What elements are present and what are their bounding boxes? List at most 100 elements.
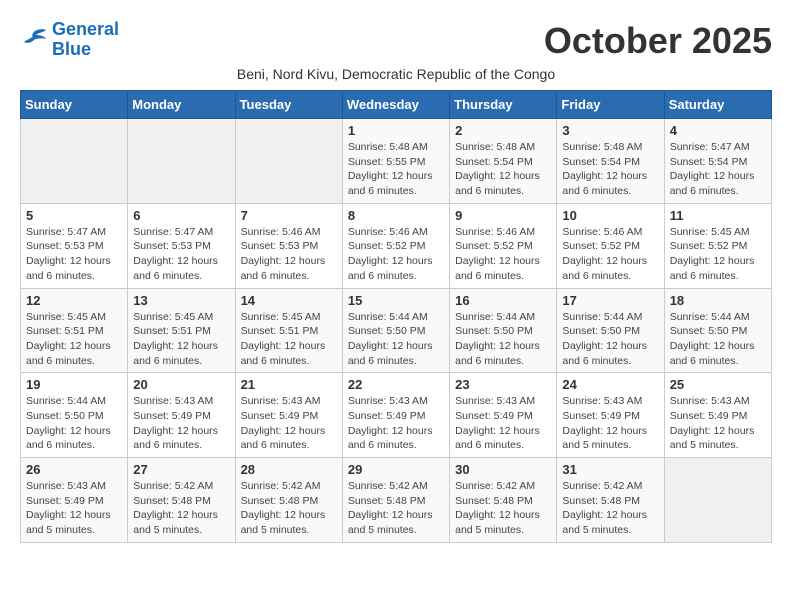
day-info: Sunrise: 5:42 AM Sunset: 5:48 PM Dayligh… (241, 479, 337, 538)
logo-bird-icon (20, 28, 48, 52)
calendar-cell (128, 119, 235, 204)
day-info: Sunrise: 5:46 AM Sunset: 5:52 PM Dayligh… (562, 225, 658, 284)
day-number: 28 (241, 462, 337, 477)
calendar-cell: 23Sunrise: 5:43 AM Sunset: 5:49 PM Dayli… (450, 373, 557, 458)
day-info: Sunrise: 5:42 AM Sunset: 5:48 PM Dayligh… (455, 479, 551, 538)
col-header-friday: Friday (557, 91, 664, 119)
day-info: Sunrise: 5:47 AM Sunset: 5:53 PM Dayligh… (26, 225, 122, 284)
calendar-cell: 11 Sunrise: 5:45 AM Sunset: 5:52 PM Dayli… (664, 203, 771, 288)
calendar-cell (21, 119, 128, 204)
title-block: October 2025 (544, 20, 772, 62)
day-info: Sunrise: 5:44 AM Sunset: 5:50 PM Dayligh… (455, 310, 551, 369)
day-info: Sunrise: 5:44 AM Sunset: 5:50 PM Dayligh… (562, 310, 658, 369)
day-info: Sunrise: 5:43 AM Sunset: 5:49 PM Dayligh… (455, 394, 551, 453)
week-row-2: 5 Sunrise: 5:47 AM Sunset: 5:53 PM Daylig… (21, 203, 772, 288)
day-info: Sunrise: 5:48 AM Sunset: 5:54 PM Dayligh… (562, 140, 658, 199)
day-number: 20 (133, 377, 229, 392)
calendar-cell: 22 Sunrise: 5:43 AM Sunset: 5:49 PM Dayli… (342, 373, 449, 458)
calendar-cell: 25 Sunrise: 5:43 AM Sunset: 5:49 PM Dayli… (664, 373, 771, 458)
day-number: 16 (455, 293, 551, 308)
calendar-cell: 30 Sunrise: 5:42 AM Sunset: 5:48 PM Dayli… (450, 458, 557, 543)
day-number: 14 (241, 293, 337, 308)
col-header-wednesday: Wednesday (342, 91, 449, 119)
calendar-table: SundayMondayTuesdayWednesdayThursdayFrid… (20, 90, 772, 543)
day-number: 6 (133, 208, 229, 223)
col-header-tuesday: Tuesday (235, 91, 342, 119)
calendar-cell: 4 Sunrise: 5:47 AM Sunset: 5:54 PM Daylig… (664, 119, 771, 204)
day-number: 18 (670, 293, 766, 308)
day-number: 9 (455, 208, 551, 223)
calendar-cell: 29 Sunrise: 5:42 AM Sunset: 5:48 PM Dayli… (342, 458, 449, 543)
day-number: 5 (26, 208, 122, 223)
calendar-cell: 10 Sunrise: 5:46 AM Sunset: 5:52 PM Dayli… (557, 203, 664, 288)
day-info: Sunrise: 5:45 AM Sunset: 5:52 PM Dayligh… (670, 225, 766, 284)
day-number: 4 (670, 123, 766, 138)
day-number: 21 (241, 377, 337, 392)
day-number: 10 (562, 208, 658, 223)
day-number: 7 (241, 208, 337, 223)
calendar-cell: 6 Sunrise: 5:47 AM Sunset: 5:53 PM Daylig… (128, 203, 235, 288)
calendar-cell: 14 Sunrise: 5:45 AM Sunset: 5:51 PM Dayli… (235, 288, 342, 373)
col-header-monday: Monday (128, 91, 235, 119)
day-info: Sunrise: 5:43 AM Sunset: 5:49 PM Dayligh… (241, 394, 337, 453)
calendar-cell: 1 Sunrise: 5:48 AM Sunset: 5:55 PM Daylig… (342, 119, 449, 204)
day-info: Sunrise: 5:45 AM Sunset: 5:51 PM Dayligh… (241, 310, 337, 369)
day-number: 13 (133, 293, 229, 308)
col-header-sunday: Sunday (21, 91, 128, 119)
page-container: General Blue October 2025 Beni, Nord Kiv… (20, 20, 772, 543)
day-number: 1 (348, 123, 444, 138)
week-row-1: 1 Sunrise: 5:48 AM Sunset: 5:55 PM Daylig… (21, 119, 772, 204)
calendar-cell: 3Sunrise: 5:48 AM Sunset: 5:54 PM Daylig… (557, 119, 664, 204)
calendar-cell: 7 Sunrise: 5:46 AM Sunset: 5:53 PM Daylig… (235, 203, 342, 288)
calendar-cell: 8Sunrise: 5:46 AM Sunset: 5:52 PM Daylig… (342, 203, 449, 288)
day-number: 22 (348, 377, 444, 392)
day-number: 27 (133, 462, 229, 477)
day-info: Sunrise: 5:46 AM Sunset: 5:53 PM Dayligh… (241, 225, 337, 284)
day-number: 24 (562, 377, 658, 392)
day-number: 25 (670, 377, 766, 392)
subtitle: Beni, Nord Kivu, Democratic Republic of … (20, 66, 772, 82)
calendar-cell: 24 Sunrise: 5:43 AM Sunset: 5:49 PM Dayli… (557, 373, 664, 458)
day-info: Sunrise: 5:42 AM Sunset: 5:48 PM Dayligh… (348, 479, 444, 538)
day-info: Sunrise: 5:42 AM Sunset: 5:48 PM Dayligh… (133, 479, 229, 538)
logo: General Blue (20, 20, 119, 60)
day-info: Sunrise: 5:47 AM Sunset: 5:53 PM Dayligh… (133, 225, 229, 284)
calendar-cell: 5 Sunrise: 5:47 AM Sunset: 5:53 PM Daylig… (21, 203, 128, 288)
day-number: 11 (670, 208, 766, 223)
calendar-cell (235, 119, 342, 204)
col-header-saturday: Saturday (664, 91, 771, 119)
day-info: Sunrise: 5:47 AM Sunset: 5:54 PM Dayligh… (670, 140, 766, 199)
day-info: Sunrise: 5:48 AM Sunset: 5:54 PM Dayligh… (455, 140, 551, 199)
calendar-cell: 20Sunrise: 5:43 AM Sunset: 5:49 PM Dayli… (128, 373, 235, 458)
calendar-cell: 16 Sunrise: 5:44 AM Sunset: 5:50 PM Dayli… (450, 288, 557, 373)
calendar-cell: 26Sunrise: 5:43 AM Sunset: 5:49 PM Dayli… (21, 458, 128, 543)
day-number: 17 (562, 293, 658, 308)
calendar-cell (664, 458, 771, 543)
header: General Blue October 2025 (20, 20, 772, 62)
day-info: Sunrise: 5:45 AM Sunset: 5:51 PM Dayligh… (133, 310, 229, 369)
day-info: Sunrise: 5:43 AM Sunset: 5:49 PM Dayligh… (562, 394, 658, 453)
day-number: 12 (26, 293, 122, 308)
calendar-cell: 31Sunrise: 5:42 AM Sunset: 5:48 PM Dayli… (557, 458, 664, 543)
day-info: Sunrise: 5:43 AM Sunset: 5:49 PM Dayligh… (348, 394, 444, 453)
calendar-cell: 13 Sunrise: 5:45 AM Sunset: 5:51 PM Dayli… (128, 288, 235, 373)
week-row-4: 19Sunrise: 5:44 AM Sunset: 5:50 PM Dayli… (21, 373, 772, 458)
calendar-cell: 27 Sunrise: 5:42 AM Sunset: 5:48 PM Dayli… (128, 458, 235, 543)
calendar-cell: 17 Sunrise: 5:44 AM Sunset: 5:50 PM Dayli… (557, 288, 664, 373)
calendar-cell: 12Sunrise: 5:45 AM Sunset: 5:51 PM Dayli… (21, 288, 128, 373)
calendar-cell: 19Sunrise: 5:44 AM Sunset: 5:50 PM Dayli… (21, 373, 128, 458)
day-info: Sunrise: 5:44 AM Sunset: 5:50 PM Dayligh… (348, 310, 444, 369)
day-number: 8 (348, 208, 444, 223)
col-header-thursday: Thursday (450, 91, 557, 119)
day-number: 29 (348, 462, 444, 477)
calendar-cell: 2Sunrise: 5:48 AM Sunset: 5:54 PM Daylig… (450, 119, 557, 204)
day-info: Sunrise: 5:46 AM Sunset: 5:52 PM Dayligh… (455, 225, 551, 284)
day-number: 30 (455, 462, 551, 477)
week-row-5: 26Sunrise: 5:43 AM Sunset: 5:49 PM Dayli… (21, 458, 772, 543)
calendar-cell: 28 Sunrise: 5:42 AM Sunset: 5:48 PM Dayli… (235, 458, 342, 543)
day-info: Sunrise: 5:42 AM Sunset: 5:48 PM Dayligh… (562, 479, 658, 538)
day-info: Sunrise: 5:43 AM Sunset: 5:49 PM Dayligh… (670, 394, 766, 453)
day-info: Sunrise: 5:48 AM Sunset: 5:55 PM Dayligh… (348, 140, 444, 199)
calendar-cell: 18Sunrise: 5:44 AM Sunset: 5:50 PM Dayli… (664, 288, 771, 373)
day-info: Sunrise: 5:44 AM Sunset: 5:50 PM Dayligh… (26, 394, 122, 453)
